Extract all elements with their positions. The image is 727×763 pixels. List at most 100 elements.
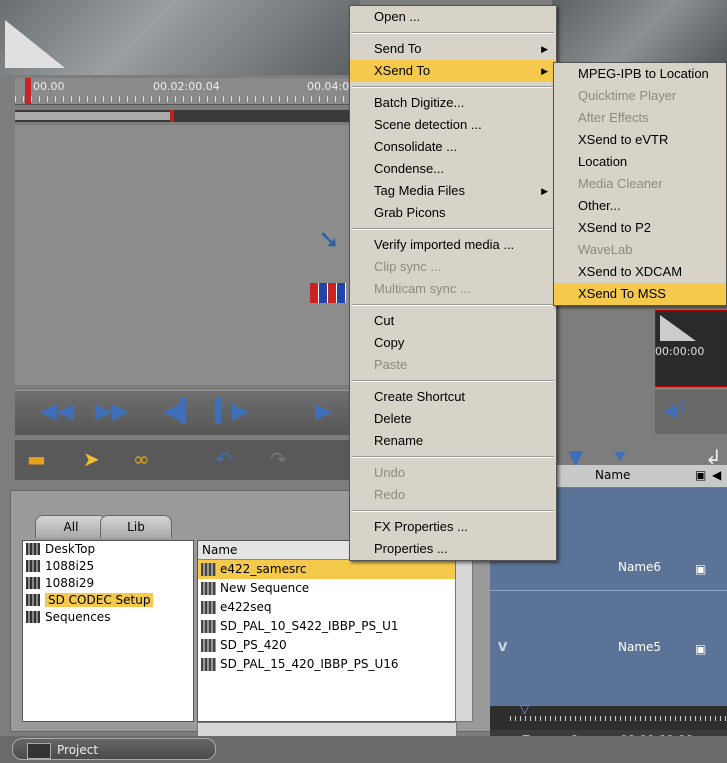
menu-separator [352, 86, 554, 88]
list-item[interactable]: New Sequence [198, 579, 456, 598]
timeline-playhead[interactable]: ▽ [520, 702, 529, 716]
menu-item-rename[interactable]: Rename [350, 430, 556, 452]
menu-item-grab-picons[interactable]: Grab Picons [350, 202, 556, 224]
scrub-in-marker[interactable] [170, 110, 174, 122]
xsend-submenu: MPEG-IPB to Location Quicktime Player Afte… [553, 62, 727, 306]
menu-item-tag-media-files[interactable]: Tag Media Files ▶ [350, 180, 556, 202]
submenu-item-other[interactable]: Other... [554, 195, 726, 217]
redo-icon[interactable]: ↷ [270, 448, 287, 470]
submenu-item-xsend-to-evtr[interactable]: XSend to eVTR [554, 129, 726, 151]
sequence-icon [201, 582, 216, 595]
sequence-icon [201, 639, 216, 652]
menu-separator [352, 380, 554, 382]
list-item[interactable]: SD_PAL_15_420_IBBP_PS_U16 [198, 655, 456, 674]
tab-all[interactable]: All [35, 515, 107, 538]
context-menu: Open ... Send To ▶ XSend To ▶ Batch Digitize.… [349, 5, 557, 561]
menu-item-copy[interactable]: Copy [350, 332, 556, 354]
rewind-icon[interactable]: ◀◀ [40, 399, 74, 425]
folder-icon [26, 543, 40, 555]
mark-in-icon[interactable]: ◀┘ [663, 400, 688, 421]
submenu-item-media-cleaner: Media Cleaner [578, 176, 663, 191]
ruler-ticks [15, 96, 360, 102]
list-item[interactable]: SD_PAL_10_S422_IBBP_PS_U1 [198, 617, 456, 636]
submenu-item-xsend-to-mss[interactable]: XSend To MSS [554, 283, 726, 305]
viewer-area [15, 125, 350, 385]
submenu-item-xsend-to-p2[interactable]: XSend to P2 [554, 217, 726, 239]
step-back-icon[interactable]: ◀▍ [163, 399, 197, 425]
submenu-arrow-icon: ▶ [541, 44, 548, 54]
menu-item-batch-digitize[interactable]: Batch Digitize... [350, 92, 556, 114]
menu-item-properties[interactable]: Properties ... [350, 538, 556, 560]
list-item[interactable]: e422_samesrc [198, 560, 456, 579]
ruler-ticks [510, 716, 727, 721]
list-item[interactable]: SD_PS_420 [198, 636, 456, 655]
folder-icon[interactable]: ▬ [27, 448, 46, 470]
tree-item-desktop[interactable]: DeskTop [23, 541, 193, 558]
fast-forward-icon[interactable]: ▶▶ [95, 399, 129, 425]
menu-item-condense[interactable]: Condense... [350, 158, 556, 180]
undo-icon[interactable]: ↶ [215, 448, 232, 470]
menu-item-send-to[interactable]: Send To ▶ [350, 38, 556, 60]
scrub-fill [15, 112, 170, 120]
step-forward-icon[interactable]: ▍▶ [215, 399, 249, 425]
submenu-item-after-effects: After Effects [578, 110, 649, 125]
folder-tree: DeskTop 1088i25 1088i29 SD CODEC Setup S… [22, 540, 194, 722]
submenu-item-xsend-to-xdcam[interactable]: XSend to XDCAM [554, 261, 726, 283]
tree-item-sd-codec-setup[interactable]: SD CODEC Setup [23, 592, 193, 609]
transport-bar: ◀◀ ▶▶ ◀▍ ▍▶ ▶ [15, 390, 360, 435]
project-button[interactable]: Project [12, 738, 216, 760]
link-icon[interactable]: ∞ [133, 448, 150, 470]
folder-icon [26, 594, 40, 606]
menu-separator [352, 510, 554, 512]
folder-icon [26, 577, 40, 589]
menu-item-cut[interactable]: Cut [350, 310, 556, 332]
timecode-end: 00.04:0 [307, 80, 350, 93]
timeline-ruler[interactable]: ▽ [490, 702, 727, 730]
menu-item-consolidate[interactable]: Consolidate ... [350, 136, 556, 158]
menu-item-undo: Undo [374, 465, 406, 480]
monitor-icon[interactable]: ▣ [695, 642, 706, 656]
monitor-icon[interactable]: ▣ [695, 562, 706, 576]
record-timecode: 00:00:00 [655, 345, 705, 358]
list-vertical-scrollbar[interactable] [455, 540, 473, 722]
track-v-label: V [498, 640, 508, 654]
menu-item-create-shortcut[interactable]: Create Shortcut [350, 386, 556, 408]
corner-triangle-icon [660, 315, 696, 341]
timeline-column-name: Name [595, 468, 631, 482]
pointer-icon[interactable]: ➤ [83, 448, 100, 470]
scrub-bar[interactable] [15, 110, 360, 122]
timecode-start: 00.00 [33, 80, 65, 93]
folder-icon [26, 611, 40, 623]
menu-item-scene-detection[interactable]: Scene detection ... [350, 114, 556, 136]
tree-item-1088i29[interactable]: 1088i29 [23, 575, 193, 592]
tab-lib[interactable]: Lib [100, 515, 172, 538]
menu-item-fx-properties[interactable]: FX Properties ... [350, 516, 556, 538]
menu-item-verify-imported-media[interactable]: Verify imported media ... [350, 234, 556, 256]
folder-icon [26, 560, 40, 572]
menu-item-delete[interactable]: Delete [350, 408, 556, 430]
tree-item-1088i25[interactable]: 1088i25 [23, 558, 193, 575]
speaker-icon[interactable]: ◀ [712, 468, 721, 482]
tree-item-sequences[interactable]: Sequences [23, 609, 193, 626]
sequence-icon [201, 658, 216, 671]
menu-item-clip-sync: Clip sync ... [374, 259, 442, 274]
submenu-item-location[interactable]: Location [554, 151, 726, 173]
monitor-icon[interactable]: ▣ [695, 468, 706, 482]
menu-item-open[interactable]: Open ... [350, 6, 556, 28]
list-item[interactable]: e422seq [198, 598, 456, 617]
timecode-mid: 00.02:00.04 [153, 80, 220, 93]
submenu-item-mpeg-ipb-to-location[interactable]: MPEG-IPB to Location [554, 63, 726, 85]
menu-separator [352, 456, 554, 458]
menu-item-xsend-to[interactable]: XSend To ▶ [350, 60, 556, 82]
sequence-icon [201, 563, 216, 576]
submenu-item-wavelab: WaveLab [578, 242, 633, 257]
submenu-arrow-icon: ▶ [541, 66, 548, 76]
play-icon[interactable]: ▶ [315, 399, 332, 425]
sequence-icon [201, 620, 216, 633]
menu-item-multicam-sync: Multicam sync ... [374, 281, 471, 296]
menu-separator [352, 304, 554, 306]
project-icon [27, 743, 51, 759]
multicam-grid-icon[interactable] [310, 283, 346, 303]
menu-separator [352, 32, 554, 34]
timecode-ruler[interactable]: 00.00 00.02:00.04 00.04:0 [15, 78, 360, 105]
